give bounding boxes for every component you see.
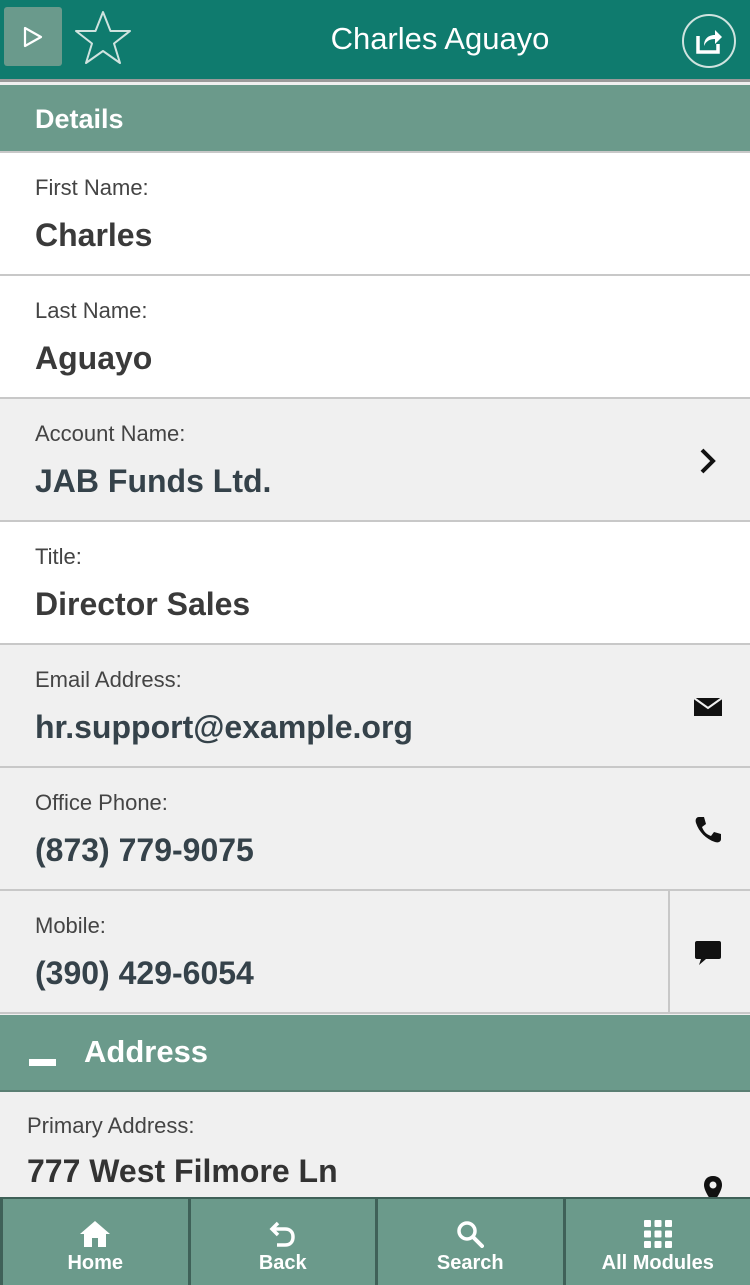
nav-home-label: Home	[67, 1252, 124, 1274]
account-name-label: Account Name:	[35, 421, 186, 446]
email-value[interactable]: hr.support@example.org	[35, 709, 413, 746]
chat-bubble-icon	[695, 941, 721, 965]
office-phone-value[interactable]: (873) 779-9075	[35, 832, 254, 869]
address-section-title: Address	[84, 1034, 209, 1069]
first-name-row: First Name: Charles	[0, 153, 750, 276]
nav-back-button[interactable]: Back	[187, 1199, 376, 1285]
last-name-row: Last Name: Aguayo	[0, 276, 750, 399]
email-label: Email Address:	[35, 667, 182, 692]
sms-button[interactable]	[690, 935, 726, 971]
account-name-row[interactable]: Account Name: JAB Funds Ltd.	[0, 399, 750, 522]
sidebar-toggle-button[interactable]	[4, 7, 62, 66]
title-label: Title:	[35, 544, 82, 569]
page-title: Charles Aguayo	[330, 21, 550, 56]
primary-address-value[interactable]: 777 West Filmore Ln	[27, 1153, 338, 1190]
call-button[interactable]	[690, 812, 726, 848]
favorite-button[interactable]	[72, 8, 134, 70]
mobile-value[interactable]: (390) 429-6054	[35, 955, 254, 992]
nav-search-label: Search	[436, 1252, 504, 1274]
account-name-value[interactable]: JAB Funds Ltd.	[35, 463, 271, 500]
nav-all-modules-button[interactable]: All Modules	[562, 1199, 750, 1285]
share-icon	[696, 30, 722, 54]
nav-back-label: Back	[258, 1252, 307, 1274]
last-name-value: Aguayo	[35, 340, 153, 376]
primary-address-row: Primary Address: 777 West Filmore Ln	[0, 1093, 750, 1203]
first-name-value: Charles	[35, 217, 153, 253]
email-button[interactable]	[690, 689, 726, 725]
phone-icon	[695, 817, 721, 843]
home-icon	[80, 1221, 111, 1247]
minus-icon[interactable]	[29, 1059, 56, 1066]
first-name-label: First Name:	[35, 175, 149, 200]
mobile-row: Mobile: (390) 429-6054	[0, 891, 750, 1014]
nav-home-button[interactable]: Home	[0, 1199, 188, 1285]
nav-search-button[interactable]: Search	[375, 1199, 563, 1285]
office-phone-label: Office Phone:	[35, 790, 168, 815]
grid-icon	[643, 1220, 672, 1248]
bottom-nav: Home Back Search All Modules	[0, 1197, 750, 1285]
mobile-divider	[668, 891, 670, 1012]
title-row: Title: Director Sales	[0, 522, 750, 645]
play-icon	[23, 26, 43, 47]
title-value: Director Sales	[35, 586, 251, 622]
last-name-label: Last Name:	[35, 298, 148, 323]
top-bar: Charles Aguayo	[0, 0, 750, 82]
details-section-header: Details	[0, 85, 750, 153]
address-section-header[interactable]: Address	[0, 1015, 750, 1092]
account-chevron-button[interactable]	[690, 443, 726, 479]
search-icon	[457, 1221, 485, 1248]
email-row: Email Address: hr.support@example.org	[0, 645, 750, 768]
office-phone-row: Office Phone: (873) 779-9075	[0, 768, 750, 891]
envelope-icon	[693, 697, 723, 716]
primary-address-label: Primary Address:	[27, 1113, 195, 1138]
star-outline-icon	[75, 11, 131, 64]
mobile-label: Mobile:	[35, 913, 106, 938]
nav-all-modules-label: All Modules	[601, 1252, 714, 1274]
back-arrow-icon	[269, 1221, 295, 1247]
share-button[interactable]	[682, 14, 736, 68]
chevron-right-icon	[700, 448, 716, 474]
